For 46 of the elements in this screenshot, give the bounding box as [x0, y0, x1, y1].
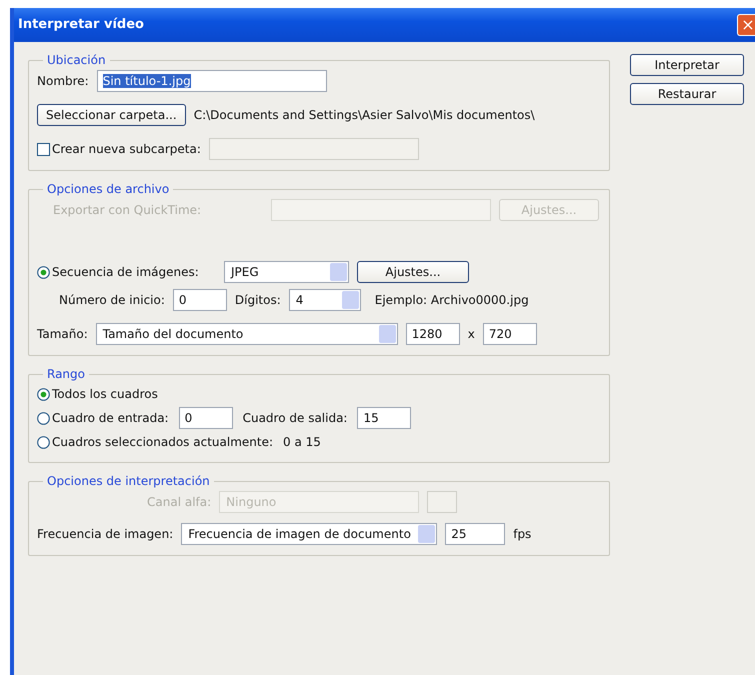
close-button[interactable]: ×	[737, 14, 755, 36]
dialog-button[interactable]: Interpretar	[630, 54, 744, 76]
times-sign: x	[468, 326, 475, 343]
settings-button[interactable]: Ajustes...	[357, 261, 469, 283]
radio-button[interactable]	[37, 412, 50, 424]
dropdown[interactable]: Tamaño del documento	[96, 323, 398, 345]
name-field[interactable]: Sin título-1.jpg	[96, 70, 327, 92]
color-swatch[interactable]	[427, 491, 458, 513]
radio-button[interactable]	[37, 266, 50, 278]
input-field[interactable]: 0	[178, 407, 233, 429]
field-label: Cuadro de salida:	[242, 410, 348, 427]
radio-button[interactable]	[37, 436, 50, 448]
radio-label: Cuadros seleccionados actualmente:	[52, 434, 273, 451]
window-title: Interpretar vídeo	[18, 16, 144, 34]
dropdown[interactable]: JPEG	[224, 261, 349, 283]
dropdown[interactable]: Frecuencia de imagen de documento	[181, 523, 438, 545]
select-folder-button[interactable]: Seleccionar carpeta...	[37, 104, 186, 126]
input-field[interactable]: 15	[357, 407, 412, 429]
field-label: Nombre:	[37, 73, 89, 90]
field-label: Tamaño:	[37, 326, 88, 343]
subfolder-field[interactable]	[208, 138, 419, 160]
folder-path: C:\Documents and Settings\Asier Salvo\Mis documentos\	[194, 107, 535, 124]
fps-field[interactable]: 25	[445, 523, 506, 545]
field-label: Número de inicio:	[59, 292, 165, 309]
checkbox-label: Crear nueva subcarpeta:	[52, 141, 201, 158]
dropdown[interactable]: 4	[288, 289, 361, 311]
example-text: Ejemplo: Archivo0000.jpg	[374, 292, 529, 309]
width-field[interactable]: 1280	[406, 323, 460, 345]
input-field[interactable]: 0	[172, 289, 227, 311]
group-label: Ubicación	[46, 54, 107, 66]
group-label: Opciones de interpretación	[46, 475, 211, 487]
field-label: Dígitos:	[234, 292, 281, 309]
field-label: Frecuencia de imagen:	[37, 526, 174, 543]
group-label: Opciones de archivo	[46, 183, 170, 195]
group-label: Rango	[46, 368, 86, 380]
checkbox[interactable]	[37, 142, 50, 156]
radio-label: Secuencia de imágenes:	[52, 264, 200, 281]
dialog-button[interactable]: Restaurar	[630, 83, 744, 105]
radio-button[interactable]	[37, 388, 50, 400]
frame-range-text: 0 a 15	[283, 434, 321, 451]
field-label: Canal alfa:	[147, 494, 212, 511]
field-label: Exportar con QuickTime:	[53, 202, 202, 219]
radio-label: Todos los cuadros	[52, 386, 158, 403]
height-field[interactable]: 720	[482, 323, 537, 345]
unit-label: fps	[513, 526, 532, 543]
radio-label: Cuadro de entrada:	[52, 410, 169, 427]
